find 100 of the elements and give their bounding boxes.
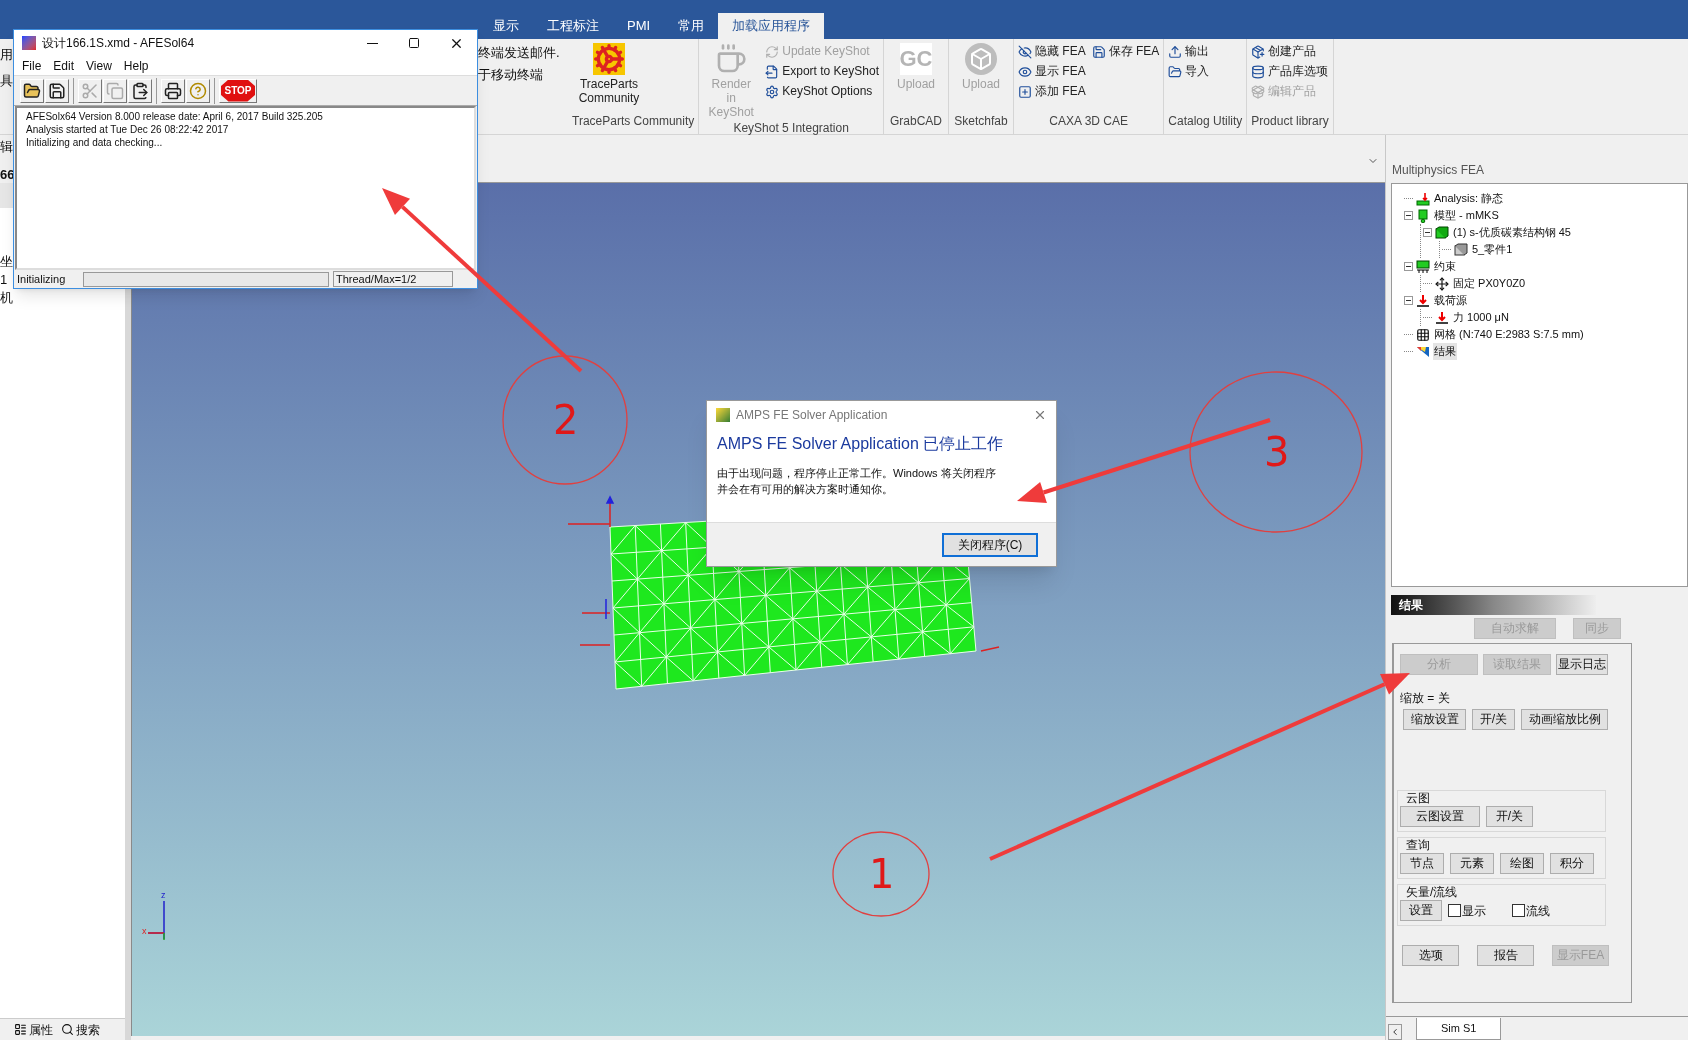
down-arrow-icon — [1435, 310, 1449, 325]
caret-icon — [1390, 1027, 1400, 1037]
ribbon-small-button[interactable]: 显示 FEA — [1018, 63, 1086, 80]
ribbon-tab[interactable]: 工程标注 — [533, 13, 613, 39]
panel-button[interactable]: 开/关 — [1472, 709, 1515, 730]
ribbon-label: 用 — [0, 47, 14, 63]
menu-item[interactable]: View — [84, 56, 114, 75]
collapse-toggle[interactable] — [1404, 211, 1413, 220]
ribbon-large-button[interactable]: TraceParts Community — [572, 43, 646, 112]
panel-button[interactable]: 缩放设置 — [1403, 709, 1466, 730]
group-title: 查询 — [1406, 838, 1431, 852]
hidden-eye-icon — [1018, 44, 1032, 59]
panel-label: 1 — [0, 271, 8, 289]
ribbon-label: 具 — [0, 73, 14, 89]
ribbon-tab[interactable]: 加载应用程序 — [718, 13, 825, 39]
tree-item[interactable]: 载荷源 — [1433, 292, 1468, 309]
cube-icon — [965, 43, 997, 75]
panel-label: 坐 — [0, 253, 13, 271]
ribbon-small-button[interactable]: KeyShot Options — [765, 83, 879, 100]
log-line: Analysis started at Tue Dec 26 08:22:42 2017 — [26, 123, 230, 136]
collapse-toggle[interactable] — [1404, 296, 1413, 305]
panel-button[interactable]: 节点 — [1400, 853, 1444, 874]
tree-item[interactable]: 约束 — [1433, 258, 1457, 275]
ribbon-small-button[interactable]: 输出 — [1168, 43, 1210, 60]
group-title: 云图 — [1406, 791, 1431, 805]
minimize-icon — [366, 42, 378, 44]
ribbon-small-button[interactable]: 创建产品 — [1251, 43, 1329, 60]
contour-icon — [1416, 344, 1430, 359]
gear-icon — [593, 43, 625, 75]
add-icon — [1018, 84, 1032, 99]
tree-item[interactable]: 模型 - mMKS — [1433, 207, 1500, 224]
grid-icon — [1416, 327, 1430, 342]
panel-button[interactable]: 开/关 — [1486, 806, 1533, 827]
dialog-heading: AMPS FE Solver Application 已停止工作 — [717, 434, 1005, 454]
ribbon-small-button[interactable]: 保存 FEA — [1091, 43, 1160, 60]
menu-item[interactable]: Help — [121, 56, 151, 75]
ribbon-group-label: TraceParts Community — [572, 113, 695, 130]
ribbon-small-button[interactable]: Export to KeyShot — [765, 63, 879, 80]
ribbon-group-label: CAXA 3D CAE — [1048, 113, 1129, 130]
panel-button[interactable]: 选项 — [1402, 945, 1459, 966]
ribbon-small-button[interactable]: 隐藏 FEA — [1018, 43, 1086, 60]
ribbon-tab[interactable]: 显示 — [479, 13, 533, 39]
collapse-toggle[interactable] — [1404, 262, 1413, 271]
eye-icon — [1018, 64, 1032, 79]
scissors-icon — [81, 81, 99, 100]
tree-item[interactable]: 结果 — [1433, 343, 1457, 360]
tree-item[interactable]: 力 1000 μN — [1452, 309, 1510, 326]
package-add-icon — [1251, 44, 1266, 59]
tree-item[interactable]: 网格 (N:740 E:2983 S:7.5 mm) — [1433, 326, 1585, 343]
cup-icon — [715, 43, 748, 75]
database-icon — [1251, 64, 1266, 79]
app-icon — [716, 408, 730, 422]
toolbar-button[interactable] — [128, 78, 152, 103]
toolbar-button[interactable] — [20, 78, 44, 103]
panel-tab[interactable]: 搜索 — [61, 1020, 100, 1039]
panel-button[interactable]: 设置 — [1400, 900, 1442, 921]
logo-icon: GC — [900, 43, 932, 75]
export-icon — [765, 64, 780, 79]
annotation-number: 1 — [869, 852, 895, 896]
package-icon — [1251, 84, 1266, 99]
toolbar-button[interactable] — [45, 78, 69, 103]
tree-item[interactable]: Analysis: 静态 — [1433, 190, 1505, 207]
menu-item[interactable]: Edit — [51, 56, 77, 75]
panel-button[interactable]: 积分 — [1550, 853, 1594, 874]
save-icon — [1091, 44, 1106, 59]
tree-item[interactable]: 5_零件1 — [1471, 241, 1514, 258]
sheet-tab[interactable]: Sim S1 — [1416, 1018, 1502, 1040]
panel-tab[interactable]: 属性 — [14, 1020, 53, 1039]
panel-button[interactable]: 云图设置 — [1400, 806, 1480, 827]
toolbar-button[interactable]: STOP — [219, 78, 257, 103]
panel-button[interactable]: 元素 — [1450, 853, 1494, 874]
dialog-message: 由于出现问题，程序停止正常工作。Windows 将关闭程序 并会在有可用的解决方案时通知你。 — [717, 466, 997, 497]
app-icon — [22, 36, 36, 50]
ribbon-tab[interactable]: 常用 — [664, 13, 719, 39]
collapse-toggle[interactable] — [1423, 228, 1432, 237]
scroll-left-button[interactable] — [1388, 1024, 1402, 1040]
printer-icon — [164, 81, 182, 100]
panel-button[interactable]: 报告 — [1477, 945, 1534, 966]
scale-status: 缩放 = 关 — [1400, 690, 1451, 707]
block-icon — [1416, 208, 1430, 223]
panel-title: Multiphysics FEA — [1392, 162, 1485, 179]
toolbar-button[interactable] — [161, 78, 185, 103]
down-arrow-icon — [1416, 293, 1430, 308]
cube-icon — [1435, 225, 1449, 240]
panel-button[interactable]: 显示日志 — [1556, 654, 1608, 675]
close-program-button[interactable]: 关闭程序(C) — [942, 532, 1038, 557]
menu-item[interactable]: File — [20, 56, 44, 75]
ribbon-small-button[interactable]: 添加 FEA — [1018, 83, 1086, 100]
group-title: 矢量/流线 — [1406, 885, 1459, 899]
ribbon-tab[interactable]: PMI — [613, 13, 665, 39]
ribbon-small-button[interactable]: 产品库选项 — [1251, 63, 1329, 80]
paste-icon — [131, 81, 149, 100]
checkbox[interactable] — [1448, 904, 1461, 917]
ribbon-small-button[interactable]: 导入 — [1168, 63, 1210, 80]
panel-button[interactable]: 动画缩放比例 — [1521, 709, 1608, 730]
tree-item[interactable]: (1) s-优质碳素结构钢 45 — [1452, 224, 1572, 241]
log-line: AFESolx64 Version 8.000 release date: April 6, 2017 Build 325.205 — [26, 110, 324, 123]
tree-item[interactable]: 固定 PX0Y0Z0 — [1452, 275, 1527, 292]
panel-button[interactable]: 绘图 — [1500, 853, 1544, 874]
checkbox[interactable] — [1512, 904, 1525, 917]
